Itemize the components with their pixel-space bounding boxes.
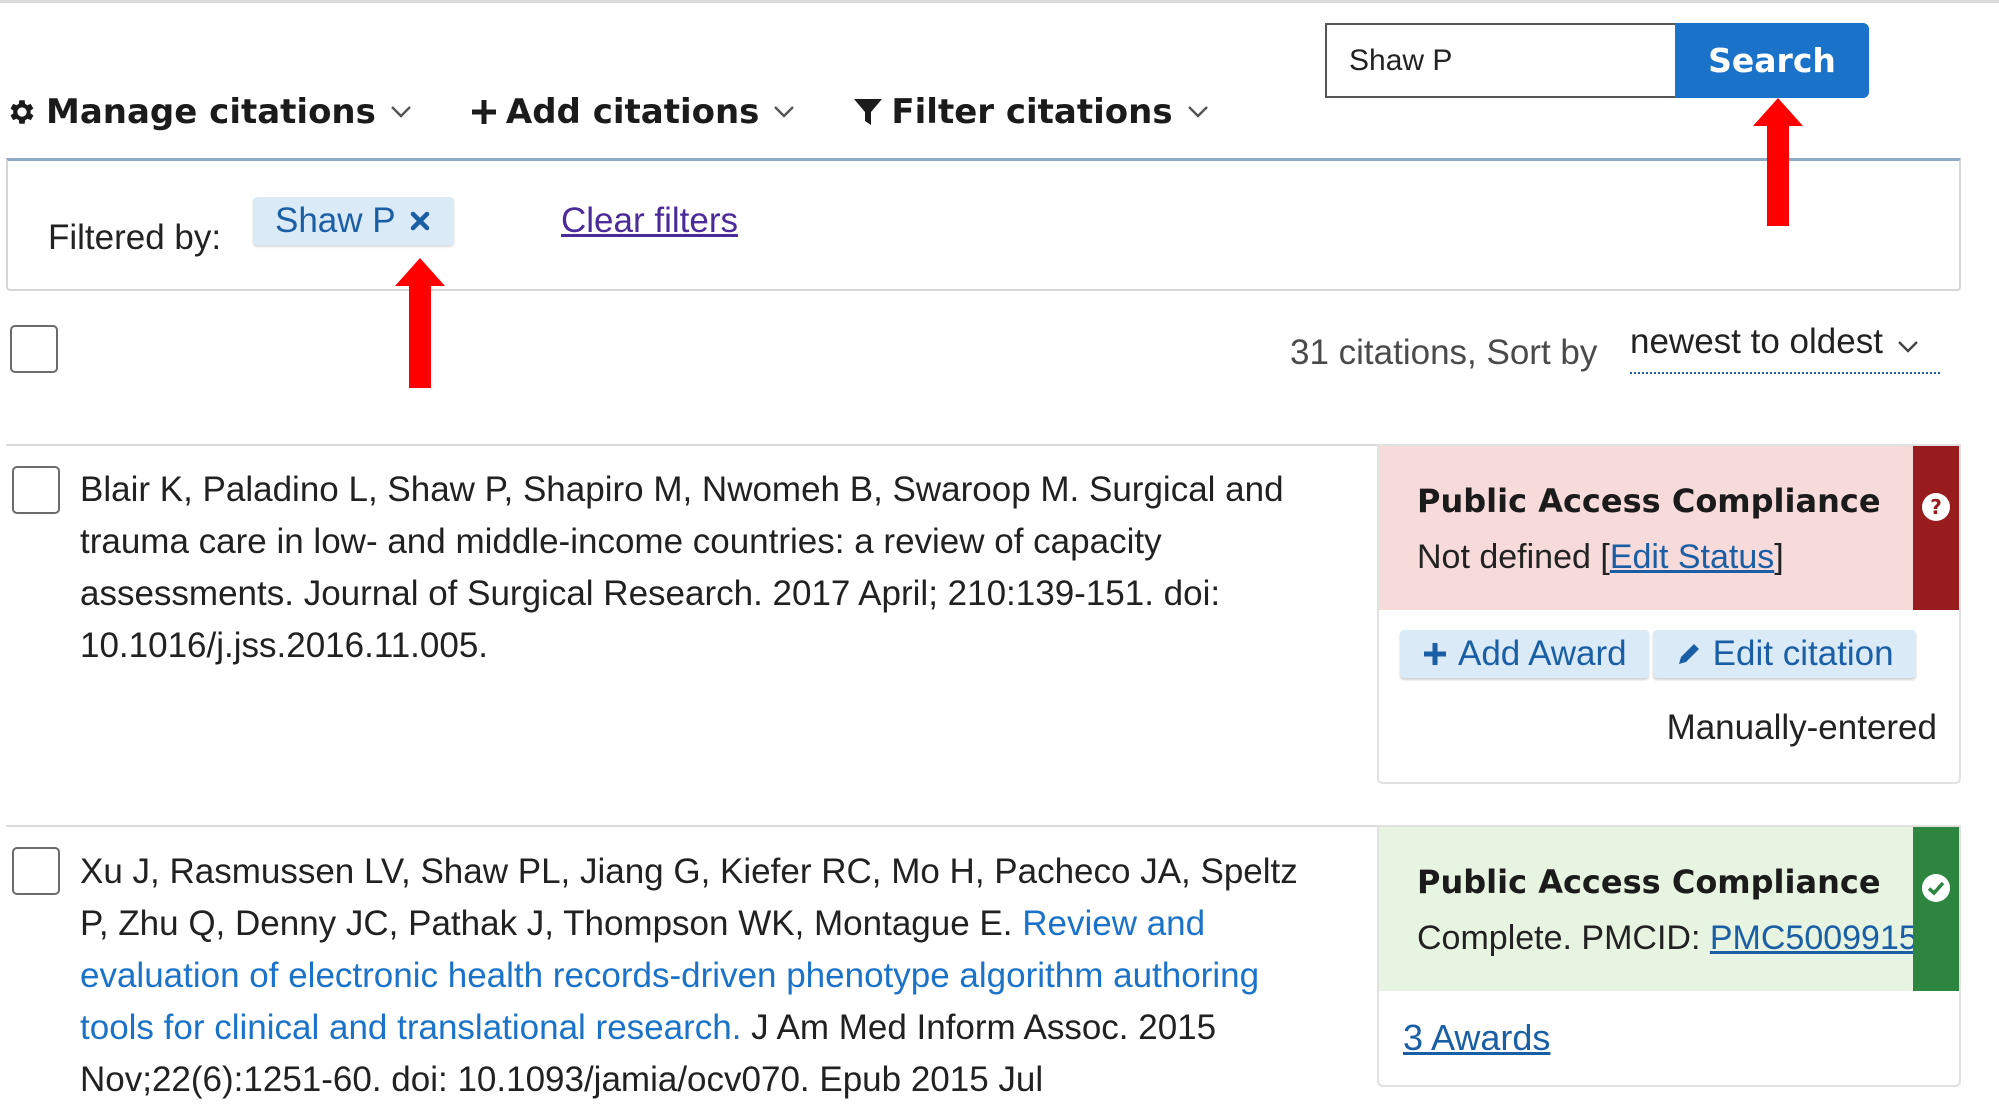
- sort-dropdown[interactable]: newest to oldest: [1630, 322, 1940, 374]
- chevron-down-icon: [774, 106, 795, 118]
- clear-filters-link[interactable]: Clear filters: [561, 201, 738, 241]
- top-border: [0, 0, 1999, 3]
- pmcid-link[interactable]: PMC5009915: [1710, 919, 1918, 957]
- chevron-down-icon: [391, 106, 411, 118]
- sort-value: newest to oldest: [1630, 322, 1883, 361]
- annotation-arrow-icon: [1753, 98, 1803, 226]
- citation-count-text: 31 citations, Sort by: [1290, 333, 1598, 372]
- citation-checkbox[interactable]: [12, 466, 60, 514]
- plus-icon: [471, 100, 496, 124]
- filtered-by-label: Filtered by:: [48, 218, 222, 257]
- add-award-label: Add Award: [1458, 634, 1627, 673]
- bracket-close: ]: [1774, 538, 1784, 576]
- add-award-button[interactable]: Add Award: [1400, 630, 1649, 678]
- compliance-card: Public Access Compliance Complete. PMCID…: [1377, 825, 1961, 1087]
- awards-link[interactable]: 3 Awards: [1403, 1017, 1550, 1059]
- add-citations-menu[interactable]: Add citations: [470, 92, 796, 132]
- status-text: Complete. PMCID:: [1417, 919, 1710, 957]
- citation-text: Xu J, Rasmussen LV, Shaw PL, Jiang G, Ki…: [80, 846, 1320, 1106]
- manage-citations-menu[interactable]: Manage citations: [6, 92, 412, 132]
- add-citations-label: Add citations: [505, 92, 760, 132]
- compliance-header: Public Access Compliance Complete. PMCID…: [1379, 827, 1959, 991]
- filter-chip-label: Shaw P: [275, 201, 396, 240]
- bracket-open: [: [1600, 538, 1610, 576]
- citation-actions: Add Award Edit citation: [1400, 630, 1920, 678]
- edit-citation-button[interactable]: Edit citation: [1652, 630, 1916, 678]
- chevron-down-icon: [1187, 106, 1208, 118]
- status-band: [1913, 827, 1959, 991]
- search-input[interactable]: [1325, 23, 1675, 98]
- question-circle-icon: ?: [1922, 493, 1950, 521]
- filter-citations-label: Filter citations: [891, 92, 1173, 132]
- compliance-status: Complete. PMCID: PMC5009915: [1417, 919, 1918, 958]
- annotation-arrow-icon: [395, 258, 445, 388]
- compliance-card: Public Access Compliance Not defined [Ed…: [1377, 444, 1961, 784]
- compliance-title: Public Access Compliance: [1417, 482, 1881, 520]
- search-bar: Search: [1325, 23, 1869, 98]
- status-band: ?: [1913, 446, 1959, 610]
- remove-filter-icon[interactable]: [410, 211, 430, 231]
- search-button[interactable]: Search: [1675, 23, 1869, 98]
- source-label: Manually-entered: [1666, 708, 1937, 747]
- filter-chip[interactable]: Shaw P: [253, 197, 454, 245]
- check-circle-icon: [1922, 874, 1950, 902]
- compliance-status: Not defined [Edit Status]: [1417, 538, 1784, 577]
- plus-icon: [1424, 643, 1446, 665]
- compliance-header: Public Access Compliance Not defined [Ed…: [1379, 446, 1959, 610]
- select-all-checkbox[interactable]: [10, 325, 58, 373]
- status-text: Not defined: [1417, 538, 1591, 576]
- compliance-title: Public Access Compliance: [1417, 863, 1881, 901]
- manage-citations-label: Manage citations: [46, 92, 376, 132]
- gear-icon: [10, 100, 34, 124]
- chevron-down-icon: [1898, 341, 1918, 353]
- edit-citation-label: Edit citation: [1712, 634, 1894, 673]
- filter-citations-menu[interactable]: Filter citations: [853, 92, 1208, 132]
- pencil-icon: [1678, 644, 1699, 664]
- filter-panel: Filtered by: Shaw P Clear filters: [6, 158, 1961, 291]
- svg-text:?: ?: [1930, 495, 1942, 519]
- citation-toolbar: Manage citations Add citations Filter ci…: [6, 92, 1267, 132]
- citation-text: Blair K, Paladino L, Shaw P, Shapiro M, …: [80, 470, 1284, 665]
- edit-status-link[interactable]: Edit Status: [1610, 538, 1774, 576]
- filter-icon: [854, 99, 883, 125]
- citation-checkbox[interactable]: [12, 847, 60, 895]
